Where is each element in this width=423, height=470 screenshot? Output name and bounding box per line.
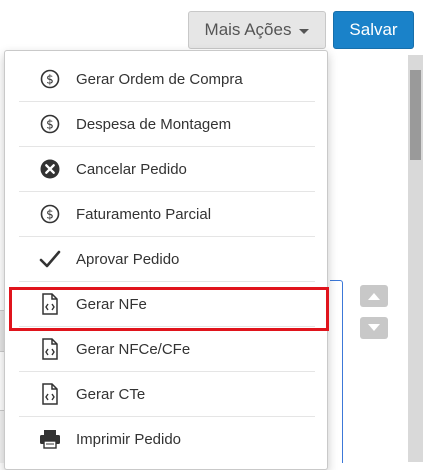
cancel-circle-icon (39, 158, 61, 180)
dollar-circle-icon: $ (39, 113, 61, 135)
menu-item-gerar-ordem-de-compra[interactable]: $ Gerar Ordem de Compra (19, 57, 315, 102)
code-file-icon (39, 383, 61, 405)
menu-item-despesa-de-montagem[interactable]: $ Despesa de Montagem (19, 102, 315, 147)
menu-item-label: Faturamento Parcial (76, 205, 212, 223)
menu-item-faturamento-parcial[interactable]: $ Faturamento Parcial (19, 192, 315, 237)
menu-item-cancelar-pedido[interactable]: Cancelar Pedido (19, 147, 315, 192)
menu-item-aprovar-pedido[interactable]: Aprovar Pedido (19, 237, 315, 282)
caret-down-icon (299, 28, 310, 34)
menu-item-gerar-cte[interactable]: Gerar CTe (19, 372, 315, 417)
background-panel (330, 280, 343, 463)
checkmark-icon (39, 248, 61, 270)
code-file-icon (39, 293, 61, 315)
more-actions-label: Mais Ações (204, 20, 292, 39)
menu-item-label: Gerar Ordem de Compra (76, 70, 243, 88)
menu-item-label: Imprimir Pedido (76, 430, 182, 448)
more-actions-dropdown: $ Gerar Ordem de Compra $ Despesa de Mon… (4, 50, 329, 470)
svg-text:$: $ (46, 118, 54, 132)
save-label: Salvar (349, 20, 398, 39)
code-file-icon (39, 338, 61, 360)
menu-item-gerar-nfe[interactable]: Gerar NFe (19, 282, 315, 327)
dollar-circle-icon: $ (39, 68, 61, 90)
more-actions-button[interactable]: Mais Ações (188, 11, 326, 49)
dollar-circle-icon: $ (39, 203, 61, 225)
move-down-button[interactable] (360, 317, 388, 339)
save-button[interactable]: Salvar (333, 11, 414, 49)
menu-item-label: Despesa de Montagem (76, 115, 232, 133)
menu-item-label: Gerar NFe (76, 295, 147, 313)
arrow-up-icon (368, 293, 380, 300)
svg-text:$: $ (46, 208, 54, 222)
menu-item-label: Gerar CTe (76, 385, 146, 403)
printer-icon (39, 428, 61, 450)
menu-item-label: Aprovar Pedido (76, 250, 180, 268)
menu-item-label: Gerar NFCe/CFe (76, 340, 191, 358)
page-scrollbar-thumb[interactable] (410, 70, 421, 160)
svg-text:$: $ (46, 73, 54, 87)
arrow-down-icon (368, 324, 380, 331)
menu-item-gerar-nfce-cfe[interactable]: Gerar NFCe/CFe (19, 327, 315, 372)
menu-item-imprimir-pedido[interactable]: Imprimir Pedido (19, 417, 315, 461)
menu-item-label: Cancelar Pedido (76, 160, 187, 178)
move-up-button[interactable] (360, 285, 388, 307)
